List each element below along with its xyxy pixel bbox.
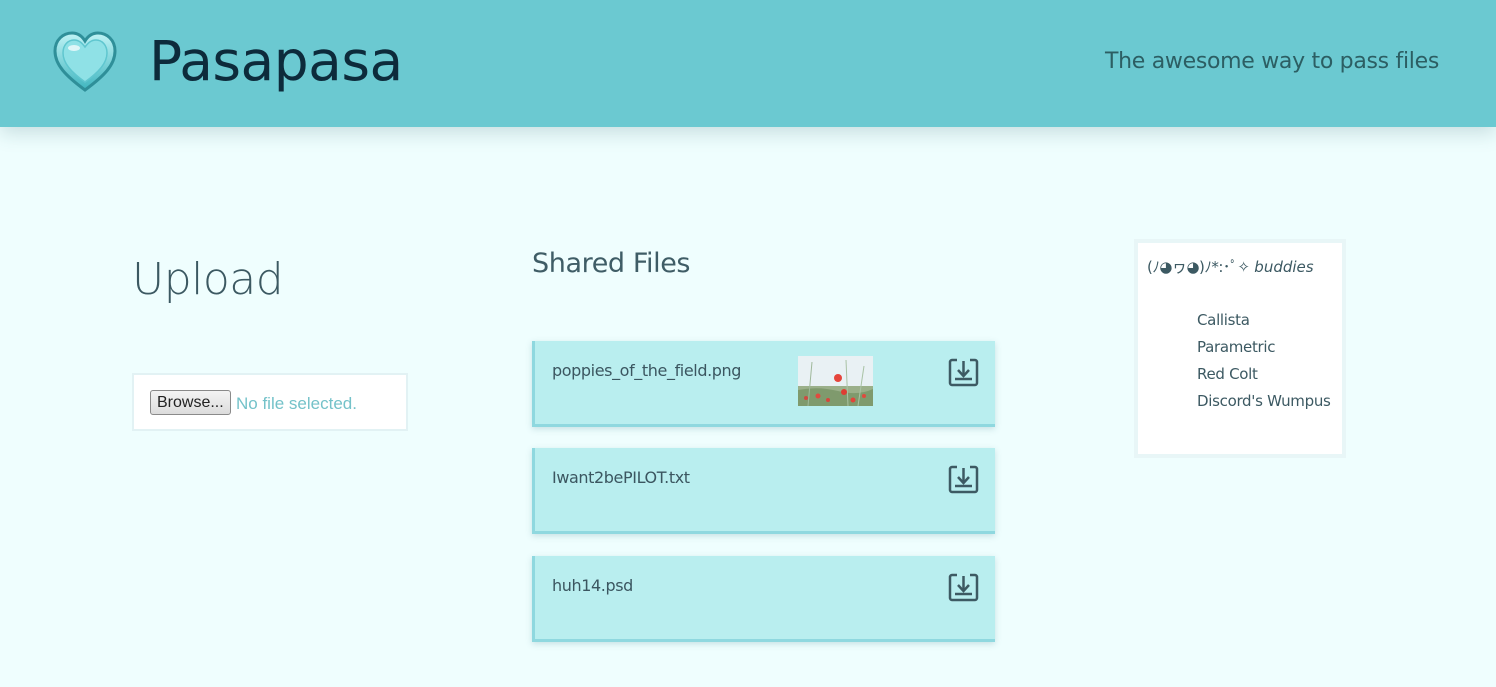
download-icon[interactable] [948, 573, 979, 602]
buddies-panel: (ﾉ◕ヮ◕)ﾉ*:･ﾟ✧ buddies Callista Parametric… [1134, 239, 1346, 458]
upload-title: Upload [132, 254, 284, 305]
shared-files-title: Shared Files [532, 248, 691, 279]
site-header: Pasapasa The awesome way to pass files [0, 0, 1496, 127]
browse-button[interactable]: Browse... [150, 390, 231, 415]
file-card[interactable]: poppies_of_the_field.png [532, 341, 995, 427]
download-icon[interactable] [948, 358, 979, 387]
file-name[interactable]: poppies_of_the_field.png [552, 360, 741, 382]
buddy-item[interactable]: Callista [1197, 307, 1331, 334]
file-status-text: No file selected. [236, 394, 357, 413]
buddy-list: Callista Parametric Red Colt Discord's W… [1197, 307, 1331, 415]
buddy-item[interactable]: Red Colt [1197, 361, 1331, 388]
heart-icon[interactable] [52, 30, 118, 94]
download-icon[interactable] [948, 465, 979, 494]
file-thumbnail[interactable] [798, 356, 873, 406]
file-card[interactable]: Iwant2bePILOT.txt [532, 448, 995, 534]
buddy-item[interactable]: Discord's Wumpus [1197, 388, 1331, 415]
file-card[interactable]: huh14.psd [532, 556, 995, 642]
buddies-title: (ﾉ◕ヮ◕)ﾉ*:･ﾟ✧ buddies [1147, 257, 1314, 277]
buddy-item[interactable]: Parametric [1197, 334, 1331, 361]
file-name[interactable]: huh14.psd [552, 575, 633, 597]
file-name[interactable]: Iwant2bePILOT.txt [552, 467, 690, 489]
tagline: The awesome way to pass files [1105, 49, 1439, 74]
brand-title[interactable]: Pasapasa [149, 26, 403, 96]
file-input[interactable]: Browse... No file selected. [132, 373, 408, 431]
buddies-kaomoji: (ﾉ◕ヮ◕)ﾉ*:･ﾟ✧ [1147, 258, 1250, 276]
buddies-heading: buddies [1254, 258, 1314, 276]
